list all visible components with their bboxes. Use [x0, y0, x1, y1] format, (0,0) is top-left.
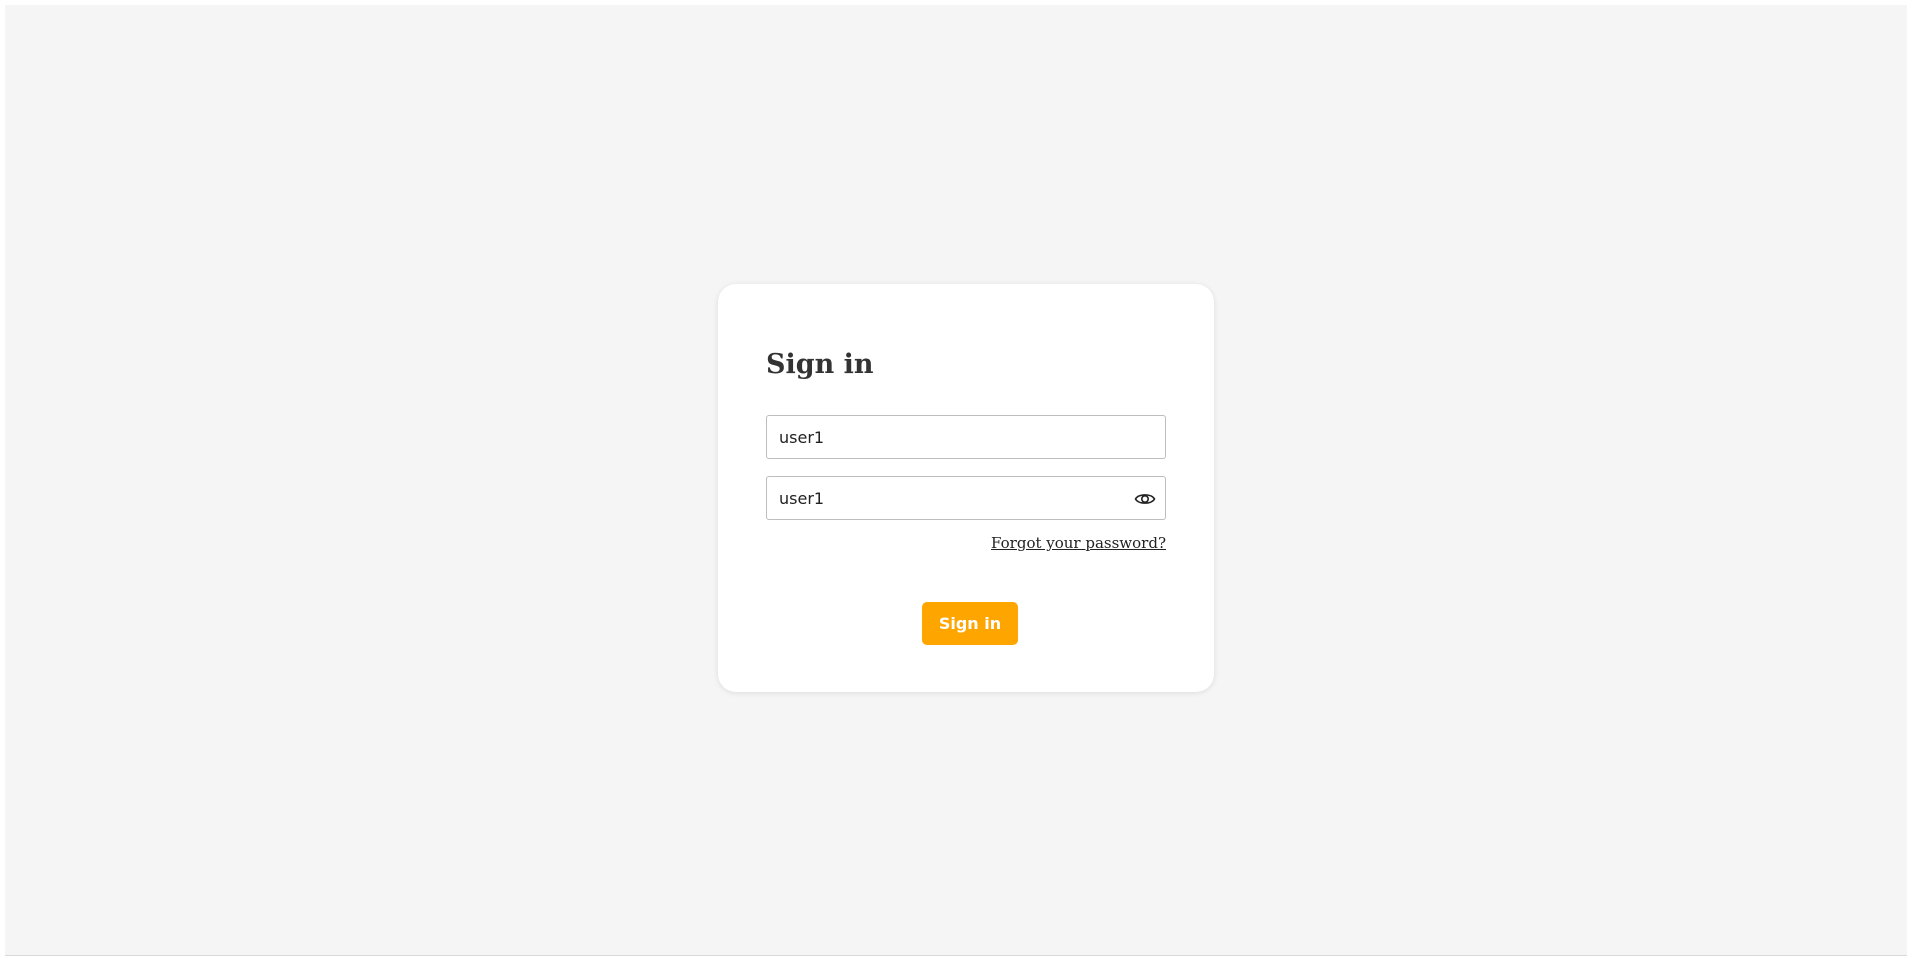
password-field [766, 476, 1166, 520]
password-input[interactable] [767, 477, 1165, 519]
forgot-password-link[interactable]: Forgot your password? [991, 534, 1166, 552]
eye-icon[interactable] [1133, 488, 1157, 510]
username-input[interactable] [767, 416, 1165, 458]
page-title: Sign in [766, 349, 874, 380]
signin-card: Sign in Forgot your password? Sign in [718, 284, 1214, 692]
sign-in-button[interactable]: Sign in [922, 602, 1018, 645]
username-field [766, 415, 1166, 459]
page-background: Sign in Forgot your password? Sign in [5, 5, 1907, 956]
